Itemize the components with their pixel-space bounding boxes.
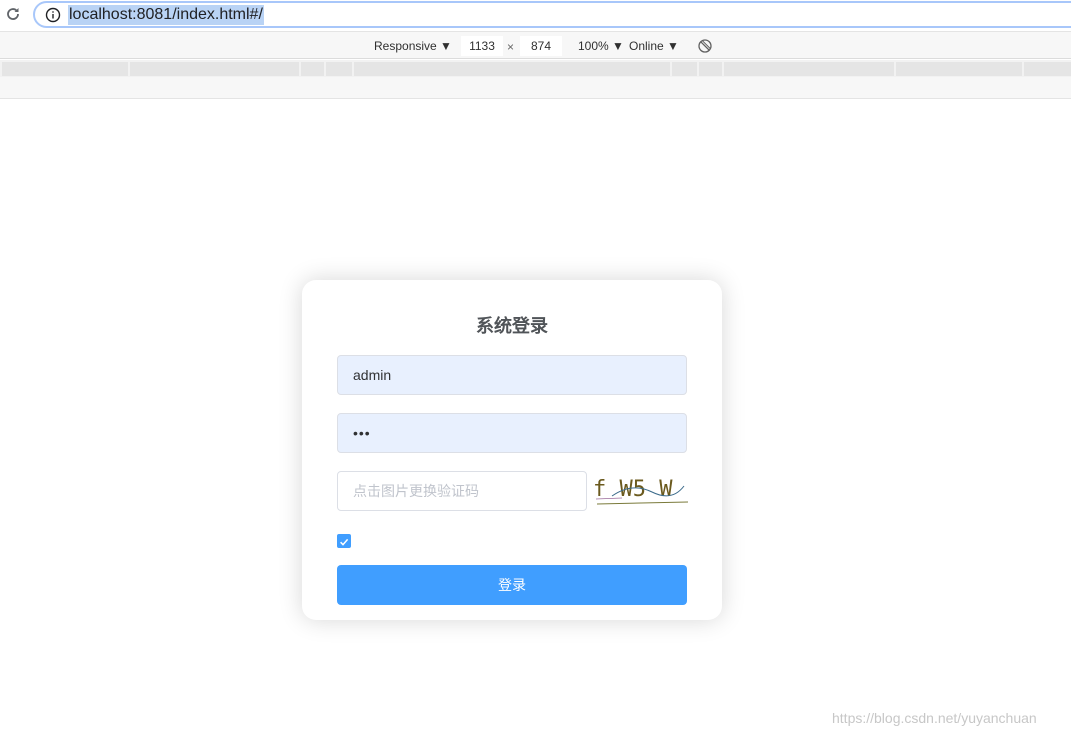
login-button[interactable]: 登录 [337,565,687,605]
media-query-segment[interactable] [1024,62,1071,76]
reload-icon[interactable] [4,5,22,23]
media-query-bar[interactable] [0,60,1071,77]
media-query-segment[interactable] [326,62,352,76]
media-query-segment[interactable] [896,62,1022,76]
rotate-icon[interactable] [697,38,713,54]
device-mode-select[interactable]: Responsive ▼ [374,39,452,53]
address-bar: localhost:8081/index.html#/ [0,0,1071,30]
media-query-segment[interactable] [672,62,697,76]
media-query-segment[interactable] [354,62,670,76]
remember-checkbox[interactable] [337,534,351,548]
captcha-input[interactable]: 点击图片更换验证码 [337,471,587,511]
dimension-separator: × [507,40,515,54]
info-icon[interactable] [45,7,61,23]
media-query-segment[interactable] [130,62,299,76]
url-field[interactable]: localhost:8081/index.html#/ [33,1,1071,28]
viewport-width-input[interactable]: 1133 [461,36,503,56]
pixel-ruler [0,77,1071,99]
check-icon [340,538,349,546]
url-text[interactable]: localhost:8081/index.html#/ [68,5,264,25]
password-input[interactable]: ••• [337,413,687,453]
captcha-text: f W5 W [593,477,673,502]
watermark: https://blog.csdn.net/yuyanchuan [832,710,1037,726]
username-input[interactable] [337,355,687,395]
viewport-height-input[interactable]: 874 [520,36,562,56]
media-query-segment[interactable] [2,62,128,76]
login-title: 系统登录 [476,316,548,336]
device-toolbar: Responsive ▼ 1133 × 874 100% ▼ Online ▼ [0,31,1071,59]
login-card: 系统登录 ••• 点击图片更换验证码 f W5 W 登录 [302,280,722,620]
media-query-segment[interactable] [699,62,722,76]
media-query-segment[interactable] [724,62,894,76]
captcha-image[interactable]: f W5 W [592,472,688,508]
media-query-segment[interactable] [301,62,324,76]
zoom-select[interactable]: 100% ▼ [578,39,624,53]
network-throttle-select[interactable]: Online ▼ [629,39,679,53]
